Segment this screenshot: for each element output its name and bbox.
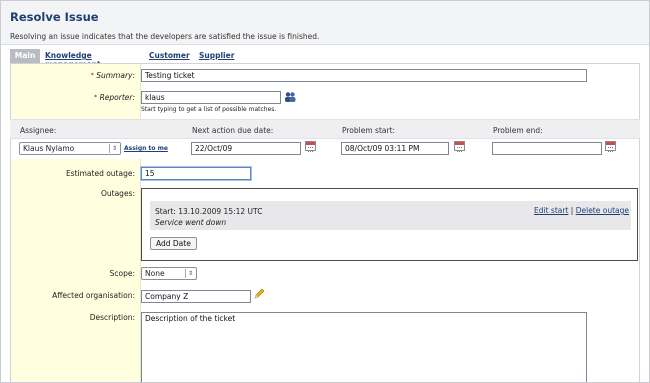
outage-entry: Start: 13.10.2009 15:12 UTC Service went…: [150, 201, 631, 230]
affected-organisation-input[interactable]: Company Z: [141, 290, 251, 303]
page-subtitle: Resolving an issue indicates that the de…: [10, 32, 320, 41]
outages-box: Start: 13.10.2009 15:12 UTC Service went…: [141, 188, 638, 261]
assignee-select[interactable]: Klaus Nylamo ⇕: [19, 142, 121, 155]
outage-start-text: Start: 13.10.2009 15:12 UTC: [155, 207, 263, 216]
summary-label: * Summary:: [21, 71, 135, 80]
scope-label: Scope:: [109, 269, 135, 278]
dialog-header: Resolve Issue Resolving an issue indicat…: [1, 1, 649, 45]
estimated-outage-input[interactable]: 15: [141, 167, 251, 180]
chevron-updown-icon: ⇕: [109, 144, 119, 153]
summary-input[interactable]: Testing ticket: [141, 69, 587, 82]
calendar-icon[interactable]: [605, 141, 616, 152]
action-separator: |: [570, 206, 574, 215]
description-textarea[interactable]: Description of the ticket: [141, 312, 587, 382]
pencil-icon[interactable]: [253, 288, 265, 300]
problem-end-label: Problem end:: [493, 126, 543, 135]
add-date-button[interactable]: Add Date: [150, 237, 197, 250]
tab-customer[interactable]: Customer: [149, 51, 190, 60]
outage-note: Service went down: [155, 218, 227, 227]
problem-start-input[interactable]: 08/Oct/09 03:11 PM: [341, 142, 449, 155]
required-mark: *: [93, 93, 98, 101]
problem-end-input[interactable]: [492, 142, 602, 155]
outage-actions: Edit start | Delete outage: [534, 206, 629, 215]
affected-organisation-label: Affected organisation:: [52, 291, 135, 300]
assign-to-me-link[interactable]: Assign to me: [124, 145, 168, 152]
calendar-icon[interactable]: [454, 141, 465, 152]
calendar-icon[interactable]: [305, 141, 316, 152]
next-action-label: Next action due date:: [192, 126, 274, 135]
user-picker-icon[interactable]: [284, 91, 296, 103]
tab-main[interactable]: Main: [10, 49, 40, 63]
assignee-label: Assignee:: [20, 126, 57, 135]
summary-label-text: Summary:: [96, 71, 135, 80]
assignee-selected-value: Klaus Nylamo: [23, 144, 75, 153]
required-mark: *: [90, 71, 94, 79]
next-action-date-input[interactable]: 22/Oct/09: [191, 142, 301, 155]
outages-label: Outages:: [100, 189, 135, 198]
reporter-label-text: Reporter:: [99, 93, 135, 102]
problem-start-label: Problem start:: [342, 126, 396, 135]
scope-selected-value: None: [145, 269, 165, 278]
chevron-updown-icon: ⇕: [185, 269, 195, 278]
edit-start-link[interactable]: Edit start: [534, 206, 568, 215]
delete-outage-link[interactable]: Delete outage: [576, 206, 629, 215]
assignee-dates-header: Assignee: Next action due date: Problem …: [10, 119, 640, 139]
reporter-input[interactable]: klaus: [141, 91, 281, 104]
reporter-label: * Reporter:: [21, 93, 135, 102]
reporter-hint: Start typing to get a list of possible m…: [141, 106, 277, 113]
resolve-issue-dialog: Resolve Issue Resolving an issue indicat…: [0, 0, 650, 383]
estimated-outage-label: Estimated outage:: [65, 169, 135, 178]
description-label: Description:: [89, 313, 135, 322]
tab-supplier[interactable]: Supplier: [199, 51, 234, 60]
scope-select[interactable]: None ⇕: [141, 267, 197, 280]
page-title: Resolve Issue: [10, 10, 99, 24]
